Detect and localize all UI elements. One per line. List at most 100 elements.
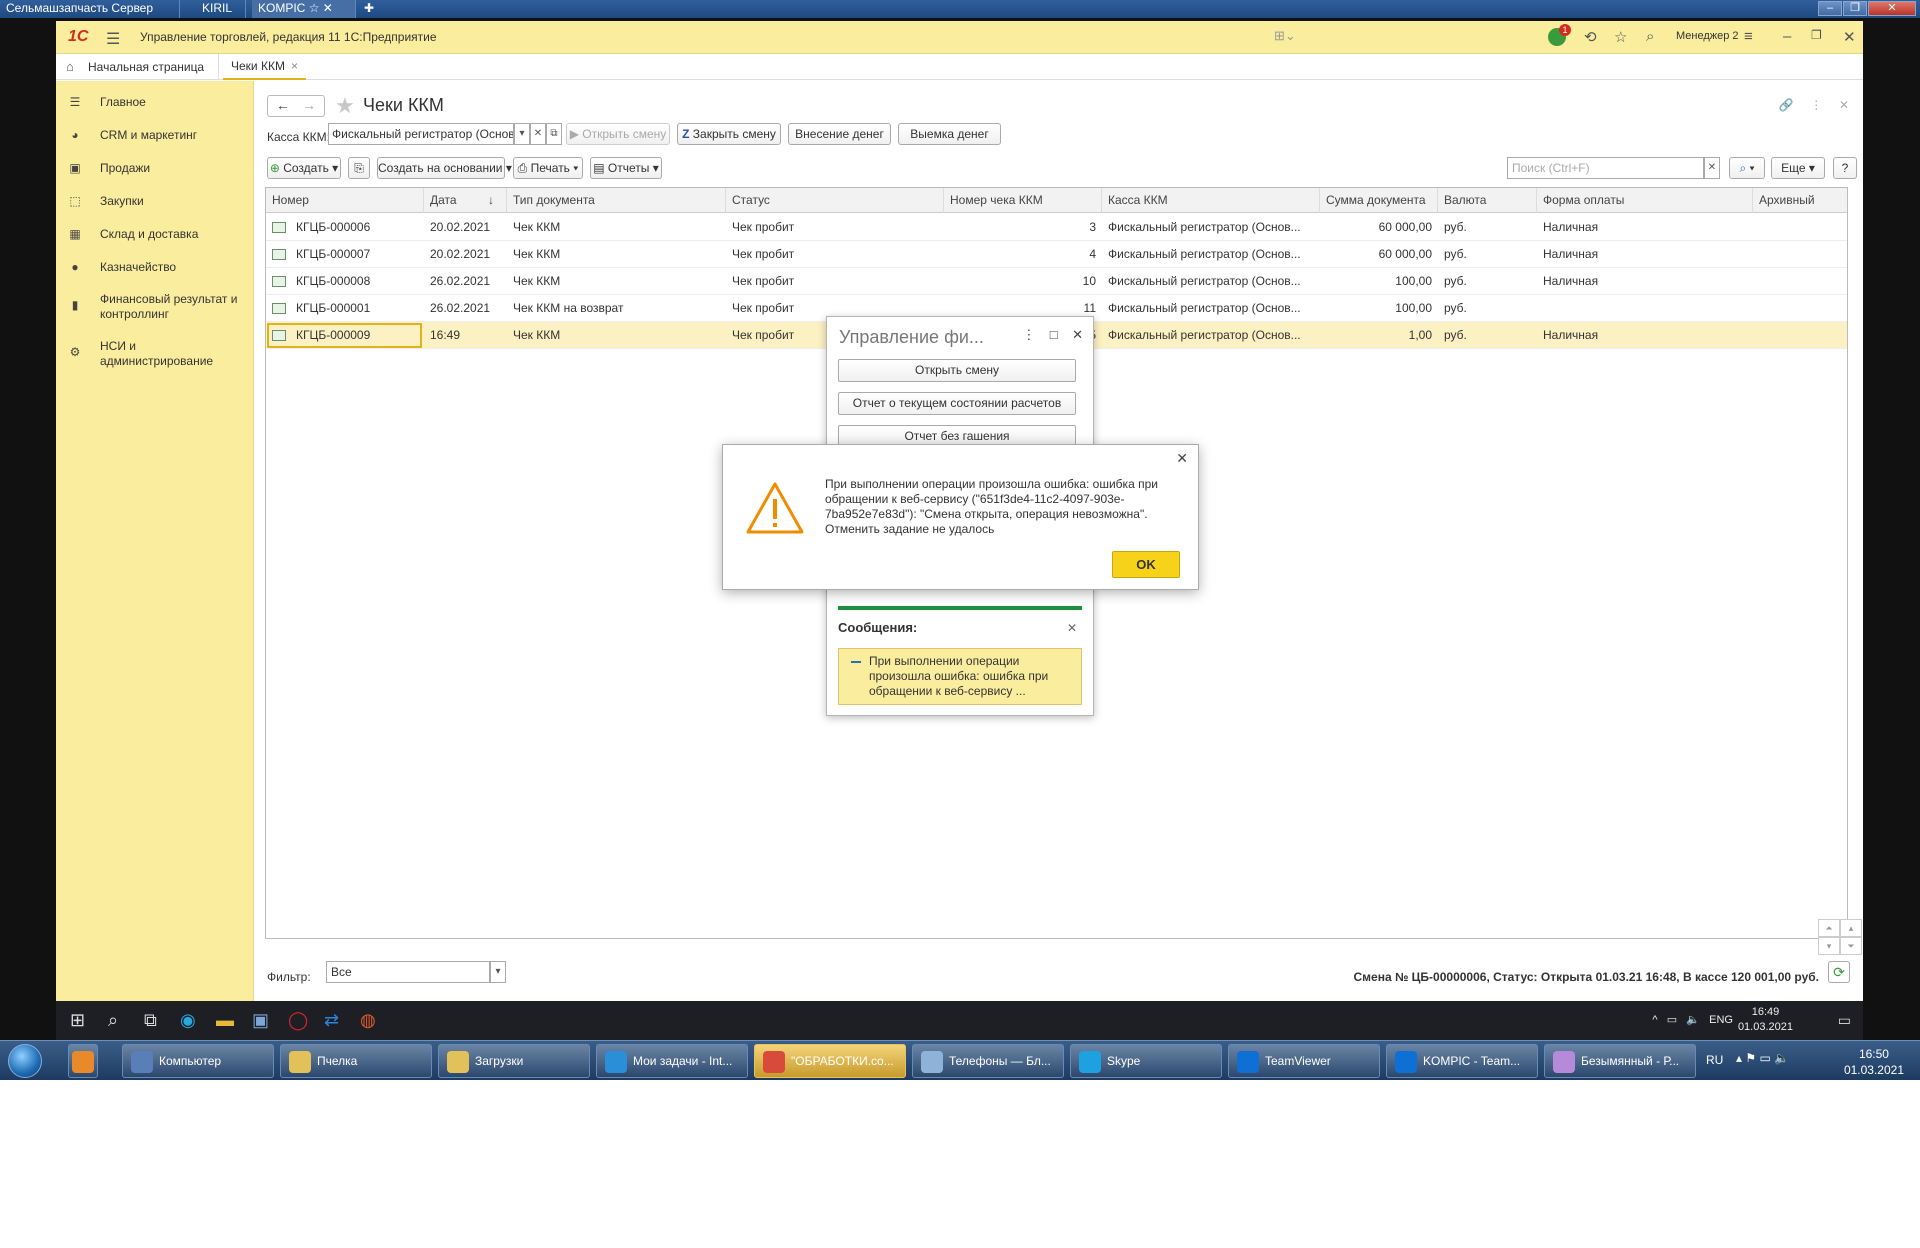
rd-tab-kiril[interactable]: KIRIL: [196, 0, 246, 18]
favorites-icon[interactable]: ☆: [1614, 28, 1627, 46]
scroll-down-icon[interactable]: ▾: [1818, 937, 1840, 955]
table-row[interactable]: КГЦБ-000007 20.02.2021 Чек ККМ Чек пробит 4 Ф…: [266, 241, 1847, 268]
more-vert-icon[interactable]: ⋮: [1810, 98, 1822, 112]
volume-icon[interactable]: 🔈: [1686, 1014, 1700, 1026]
table-row[interactable]: КГЦБ-000008 26.02.2021 Чек ККМ Чек пробит 10…: [266, 268, 1847, 295]
close-shift-button[interactable]: Z Закрыть смену: [677, 123, 781, 145]
new-tab-button[interactable]: ✚: [358, 0, 380, 18]
search-input[interactable]: Поиск (Ctrl+F): [1507, 157, 1704, 179]
more-vert-icon[interactable]: ⋮: [1022, 327, 1035, 342]
refresh-icon[interactable]: ⟳: [1828, 961, 1850, 983]
close-icon[interactable]: ✕: [1176, 450, 1188, 467]
tab-cheki-kkm[interactable]: Чеки ККМ ×: [223, 54, 306, 80]
forward-arrow-icon[interactable]: →: [302, 97, 316, 113]
local-clock[interactable]: 16:50 01.03.2021: [1844, 1046, 1904, 1078]
close-form-icon[interactable]: ✕: [1839, 98, 1849, 112]
close-icon[interactable]: ✕: [1843, 28, 1856, 46]
print-button[interactable]: ⎙ Печать ▾: [513, 157, 583, 179]
edge-icon[interactable]: ◉: [180, 1010, 196, 1031]
hamburger-menu-icon[interactable]: ☰: [106, 29, 120, 49]
maximize-button[interactable]: ❐: [1843, 1, 1867, 16]
taskbar-item[interactable]: Компьютер: [122, 1044, 274, 1078]
panel-toggle-icon[interactable]: ⊞⌄: [1274, 28, 1296, 44]
network-tray-icon[interactable]: ▭: [1667, 1014, 1677, 1026]
reports-button[interactable]: ▤ Отчеты ▾: [590, 157, 662, 179]
windows-start-icon[interactable]: ⊞: [70, 1010, 85, 1031]
start-button[interactable]: [8, 1044, 42, 1078]
col-payment[interactable]: Форма оплаты: [1537, 188, 1753, 213]
col-archive[interactable]: Архивный: [1753, 188, 1847, 213]
favorite-star-icon[interactable]: ★: [335, 93, 355, 119]
history-icon[interactable]: ⟲: [1584, 28, 1597, 46]
create-based-button[interactable]: Создать на основании ▾: [377, 157, 512, 179]
taskbar-item[interactable]: Телефоны — Бл...: [912, 1044, 1064, 1078]
taskbar-item[interactable]: Безымянный - Р...: [1544, 1044, 1696, 1078]
open-shift-button[interactable]: ▶ Открыть смену: [566, 123, 670, 145]
close-icon[interactable]: ✕: [323, 1, 333, 15]
star-icon[interactable]: ☆: [309, 1, 320, 15]
search-icon[interactable]: ⌕: [1646, 28, 1654, 45]
create-button[interactable]: ⊕ Создать ▾: [267, 157, 341, 179]
kassa-clear-icon[interactable]: ✕: [530, 123, 546, 145]
col-type[interactable]: Тип документа: [507, 188, 726, 213]
close-icon[interactable]: ✕: [1072, 327, 1083, 342]
taskbar-item[interactable]: "ОБРАБОТКИ.co...: [754, 1044, 906, 1078]
col-sum[interactable]: Сумма документа: [1320, 188, 1438, 213]
search-icon[interactable]: ⌕: [108, 1010, 118, 1031]
taskbar-item[interactable]: Загрузки: [438, 1044, 590, 1078]
taskbar-item[interactable]: Мои задачи - Int...: [596, 1044, 748, 1078]
table-row[interactable]: КГЦБ-000006 20.02.2021 Чек ККМ Чек пробит 3 Ф…: [266, 214, 1847, 241]
rd-tab-kompic[interactable]: KOMPIC ☆ ✕: [252, 0, 356, 18]
minimize-button[interactable]: –: [1818, 1, 1842, 16]
scroll-up-icon[interactable]: ▴: [1840, 919, 1862, 937]
taskbar-item[interactable]: Пчелка: [280, 1044, 432, 1078]
col-kassa[interactable]: Касса ККМ: [1102, 188, 1320, 213]
teamviewer-icon[interactable]: ⇄: [324, 1010, 339, 1031]
link-icon[interactable]: 🔗: [1779, 98, 1794, 112]
maximize-icon[interactable]: □: [1050, 327, 1058, 342]
taskbar-item[interactable]: TeamViewer: [1228, 1044, 1380, 1078]
folder-icon[interactable]: ▬: [216, 1010, 234, 1031]
settings-menu-icon[interactable]: ≡: [1744, 28, 1753, 45]
kassa-dropdown-icon[interactable]: ▾: [514, 123, 530, 145]
opera-icon[interactable]: ◯: [288, 1010, 308, 1031]
report-current-state-button[interactable]: Отчет о текущем состоянии расчетов: [838, 392, 1076, 415]
minimize-icon[interactable]: –: [1783, 28, 1791, 45]
help-button[interactable]: ?: [1833, 157, 1857, 179]
col-check-number[interactable]: Номер чека ККМ: [944, 188, 1102, 213]
search-button[interactable]: ⌕ ▾: [1729, 157, 1765, 179]
withdraw-button[interactable]: Выемка денег: [898, 123, 1001, 145]
taskbar-item[interactable]: Skype: [1070, 1044, 1222, 1078]
filter-dropdown-icon[interactable]: ▾: [490, 961, 506, 983]
close-window-button[interactable]: ✕: [1868, 1, 1916, 16]
user-name[interactable]: Менеджер 2: [1676, 30, 1739, 42]
tray-up-icon[interactable]: ^: [1652, 1014, 1657, 1026]
deposit-button[interactable]: Внесение денег: [788, 123, 891, 145]
message-item[interactable]: При выполнении операции произошла ошибка…: [838, 648, 1082, 705]
restore-icon[interactable]: ❐: [1811, 28, 1822, 42]
scroll-bottom-icon[interactable]: ⏷: [1840, 937, 1862, 955]
back-arrow-icon[interactable]: ←: [276, 97, 290, 113]
taskbar-item[interactable]: KOMPIC - Team...: [1386, 1044, 1538, 1078]
media-player-icon[interactable]: [68, 1044, 98, 1078]
close-tab-icon[interactable]: ×: [291, 59, 298, 73]
ok-button[interactable]: OK: [1112, 551, 1180, 578]
remote-clock[interactable]: 16:49 01.03.2021: [1738, 1005, 1793, 1035]
tray-icons[interactable]: ▴ ⚑ ▭ 🔈: [1736, 1051, 1789, 1065]
scroll-top-icon[interactable]: ⏶: [1818, 919, 1840, 937]
kassa-open-icon[interactable]: ⧉: [546, 123, 562, 145]
col-status[interactable]: Статус: [726, 188, 944, 213]
search-clear-icon[interactable]: ✕: [1704, 157, 1720, 179]
language-indicator[interactable]: RU: [1706, 1053, 1723, 1067]
fiscal-open-shift-button[interactable]: Открыть смену: [838, 359, 1076, 382]
messages-close-icon[interactable]: ✕: [1067, 621, 1077, 635]
copy-icon[interactable]: ⎘: [348, 157, 370, 179]
language-indicator[interactable]: ENG: [1709, 1014, 1733, 1026]
kassa-field[interactable]: Фискальный регистратор (Основной: [328, 123, 514, 145]
rd-tab-server[interactable]: Сельмашзапчасть Сервер: [0, 0, 180, 18]
notification-center-icon[interactable]: ▭: [1838, 1012, 1851, 1029]
network-icon[interactable]: ▣: [252, 1010, 269, 1031]
tab-home[interactable]: ⌂ Начальная страница: [56, 54, 220, 80]
col-number[interactable]: Номер: [266, 188, 424, 213]
col-date[interactable]: Дата ↓: [424, 188, 507, 213]
